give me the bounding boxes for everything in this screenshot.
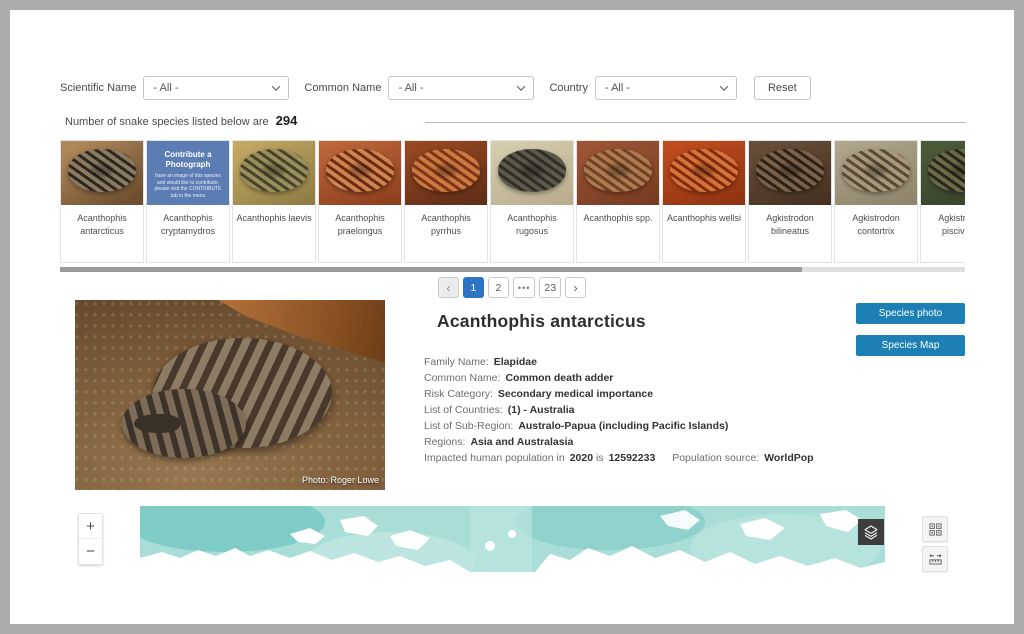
country-select[interactable]: - All - — [595, 76, 737, 100]
species-thumbnail — [319, 141, 401, 205]
page-content: Scientific Name - All - Common Name - Al… — [10, 10, 1014, 624]
species-thumbnail — [749, 141, 831, 205]
common-name-value: - All - — [398, 82, 423, 94]
chevron-down-icon — [517, 82, 525, 90]
species-count-value: 294 — [276, 113, 298, 128]
app-window: Scientific Name - All - Common Name - Al… — [0, 0, 1024, 634]
pagination-prev-button[interactable]: ‹ — [438, 277, 459, 298]
pagination-page-1[interactable]: 1 — [463, 277, 484, 298]
species-name: Agkistrodon piscivorus — [921, 205, 965, 238]
measure-scale-icon — [928, 552, 943, 567]
species-name: Acanthophis praelongus — [319, 205, 401, 238]
field-regions: Regions:Asia and Australasia — [424, 437, 854, 448]
species-thumbnail — [61, 141, 143, 205]
carousel-scrollbar-thumb[interactable] — [60, 267, 802, 272]
species-card[interactable]: Contribute a Photograph have an image of… — [146, 140, 230, 263]
species-name: Agkistrodon contortrix — [835, 205, 917, 238]
contribute-title: Contribute a Photograph — [151, 150, 225, 170]
map-zoom-control: + − — [78, 513, 103, 565]
pagination-page-2[interactable]: 2 — [488, 277, 509, 298]
species-thumbnail — [921, 141, 965, 205]
snake-head-graphic — [134, 414, 181, 433]
world-map-graphic — [140, 506, 885, 572]
zoom-in-button[interactable]: + — [79, 514, 102, 539]
species-card[interactable]: Agkistrodon bilineatus — [748, 140, 832, 263]
filter-bar: Scientific Name - All - Common Name - Al… — [60, 76, 811, 100]
species-name: Acanthophis rugosus — [491, 205, 573, 238]
species-card[interactable]: Agkistrodon piscivorus — [920, 140, 965, 263]
species-details: Family Name:Elapidae Common Name:Common … — [424, 357, 854, 469]
species-thumbnail — [405, 141, 487, 205]
species-card[interactable]: Acanthophis wellsi — [662, 140, 746, 263]
species-card[interactable]: Acanthophis rugosus — [490, 140, 574, 263]
species-card[interactable]: Acanthophis antarcticus — [60, 140, 144, 263]
chevron-down-icon — [272, 82, 280, 90]
species-carousel: Acanthophis antarcticus Contribute a Pho… — [60, 140, 965, 263]
country-value: - All - — [605, 82, 630, 94]
scientific-name-value: - All - — [153, 82, 178, 94]
basemap-grid-button[interactable] — [922, 516, 948, 542]
pagination: ‹ 1 2 ••• 23 › — [10, 277, 1014, 298]
species-card[interactable]: Acanthophis praelongus — [318, 140, 402, 263]
species-card[interactable]: Acanthophis laevis — [232, 140, 316, 263]
layers-button[interactable] — [858, 519, 884, 545]
species-photo-button[interactable]: Species photo — [856, 303, 965, 324]
pagination-page-23[interactable]: 23 — [539, 277, 561, 298]
field-sub-region: List of Sub-Region:Australo-Papua (inclu… — [424, 421, 854, 432]
species-name: Acanthophis spp. — [577, 205, 659, 225]
pagination-ellipsis[interactable]: ••• — [513, 277, 535, 298]
species-map[interactable] — [140, 506, 885, 572]
species-count-text: Number of snake species listed below are — [65, 116, 269, 128]
common-name-label: Common Name — [304, 82, 381, 94]
field-common-name: Common Name:Common death adder — [424, 373, 854, 384]
species-thumbnail — [577, 141, 659, 205]
species-name: Acanthophis laevis — [233, 205, 315, 225]
species-name: Acanthophis wellsi — [663, 205, 745, 225]
carousel-scrollbar-track — [60, 267, 965, 272]
country-label: Country — [549, 82, 588, 94]
horizontal-divider — [425, 122, 966, 123]
zoom-out-button[interactable]: − — [79, 539, 102, 564]
species-thumbnail — [233, 141, 315, 205]
layers-icon — [863, 524, 879, 540]
species-thumbnail — [491, 141, 573, 205]
species-name: Acanthophis cryptamydros — [147, 205, 229, 238]
photo-credit: Photo: Roger Lowe — [302, 475, 379, 485]
chevron-down-icon — [720, 82, 728, 90]
scientific-name-select[interactable]: - All - — [143, 76, 289, 100]
species-count-line: Number of snake species listed below are… — [65, 113, 297, 128]
basemap-grid-icon — [928, 522, 943, 537]
species-map-button[interactable]: Species Map — [856, 335, 965, 356]
species-thumbnail — [835, 141, 917, 205]
map-side-tools — [922, 516, 948, 572]
reset-button[interactable]: Reset — [754, 76, 811, 100]
contribute-note: have an image of this species and would … — [151, 173, 225, 199]
species-thumbnail — [663, 141, 745, 205]
field-risk-category: Risk Category:Secondary medical importan… — [424, 389, 854, 400]
species-card[interactable]: Acanthophis spp. — [576, 140, 660, 263]
species-photo: Photo: Roger Lowe — [75, 300, 385, 490]
species-card[interactable]: Acanthophis pyrrhus — [404, 140, 488, 263]
field-family-name: Family Name:Elapidae — [424, 357, 854, 368]
species-card[interactable]: Agkistrodon contortrix — [834, 140, 918, 263]
species-name: Acanthophis pyrrhus — [405, 205, 487, 238]
detail-action-buttons: Species photo Species Map — [856, 303, 965, 356]
field-countries: List of Countries:(1) - Australia — [424, 405, 854, 416]
contribute-photo-placeholder: Contribute a Photograph have an image of… — [147, 141, 229, 205]
pagination-next-button[interactable]: › — [565, 277, 586, 298]
scientific-name-label: Scientific Name — [60, 82, 136, 94]
species-name: Agkistrodon bilineatus — [749, 205, 831, 238]
common-name-select[interactable]: - All - — [388, 76, 534, 100]
species-name: Acanthophis antarcticus — [61, 205, 143, 238]
measure-scale-button[interactable] — [922, 546, 948, 572]
species-title: Acanthophis antarcticus — [437, 311, 646, 332]
field-impacted-population: Impacted human population in2020 is12592… — [424, 453, 854, 464]
